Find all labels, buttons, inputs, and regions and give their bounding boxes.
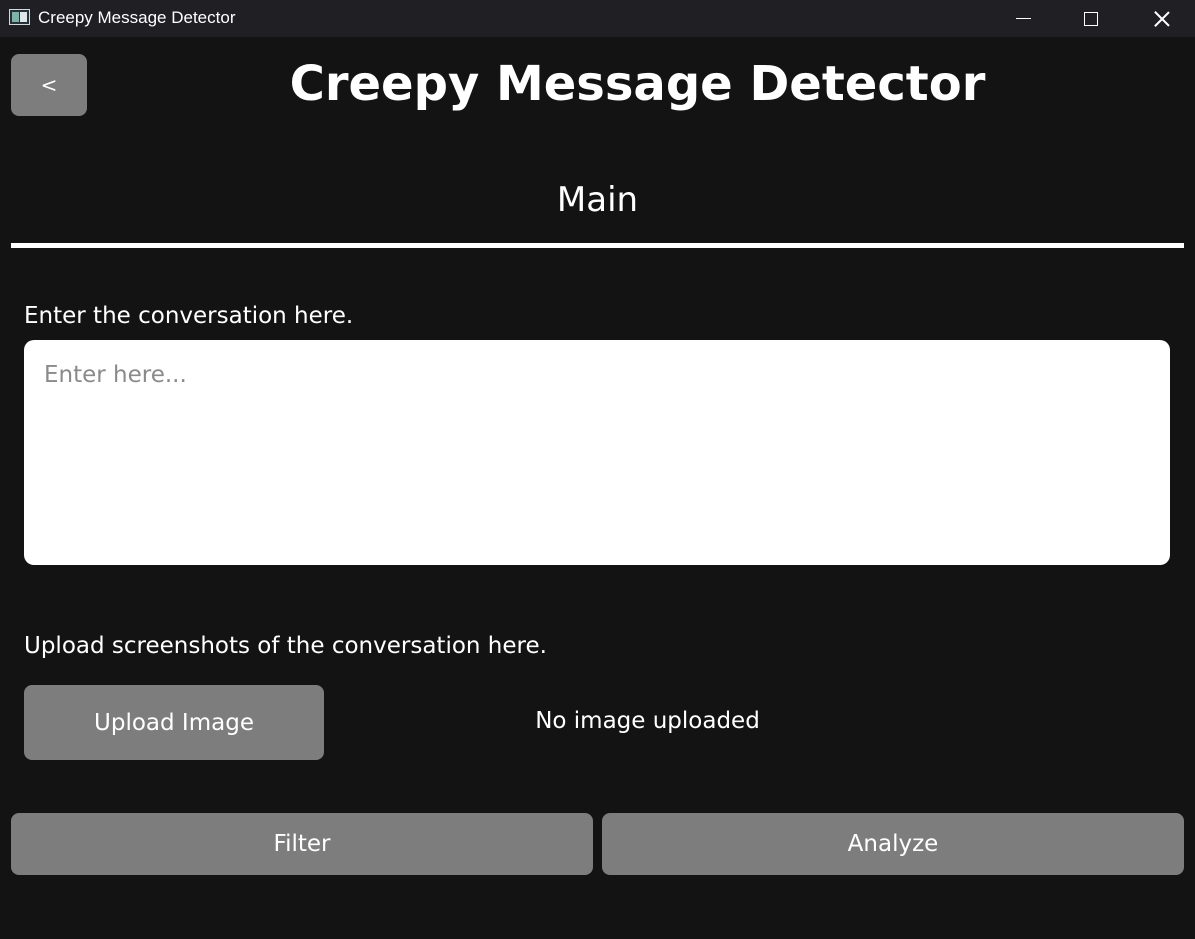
maximize-icon [1084,11,1098,26]
window-titlebar: Creepy Message Detector [0,0,1195,37]
close-icon [1154,11,1170,27]
app-title: Creepy Message Detector [289,56,986,112]
app-icon [9,9,30,25]
analyze-button[interactable]: Analyze [602,813,1184,875]
conversation-input[interactable] [24,340,1170,565]
window-title: Creepy Message Detector [38,8,236,27]
upload-status-text: No image uploaded [535,708,760,734]
back-button[interactable]: < [11,54,87,116]
close-button[interactable] [1139,0,1185,37]
upload-label: Upload screenshots of the conversation h… [24,633,547,659]
header-divider [11,243,1184,248]
page-title: Main [556,180,639,220]
upload-image-button[interactable]: Upload Image [24,685,324,760]
minimize-icon [1015,18,1031,19]
filter-button[interactable]: Filter [11,813,593,875]
minimize-button[interactable] [1000,0,1046,37]
maximize-button[interactable] [1068,0,1114,37]
conversation-label: Enter the conversation here. [24,303,354,329]
